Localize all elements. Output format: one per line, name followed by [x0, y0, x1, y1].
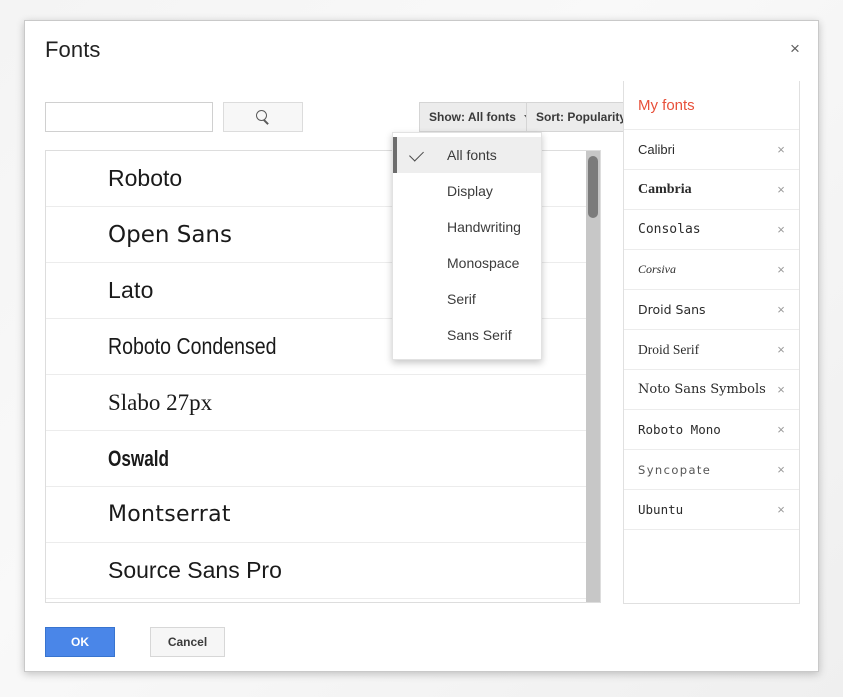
my-font-name: Consolas	[638, 222, 701, 237]
dropdown-item-handwriting[interactable]: Handwriting	[393, 209, 541, 245]
font-list-scrollbar-thumb[interactable]	[588, 156, 598, 218]
font-name: Lato	[108, 277, 154, 303]
my-font-name: Droid Serif	[638, 341, 700, 357]
my-font-name: Cambria	[638, 181, 692, 197]
show-filter-button[interactable]: Show: All fonts	[419, 102, 542, 132]
font-list-item-partial[interactable]	[46, 599, 600, 602]
my-fonts-item[interactable]: Corsiva ×	[624, 250, 799, 290]
dropdown-item-display[interactable]: Display	[393, 173, 541, 209]
font-name: Roboto Condensed	[108, 333, 277, 359]
search-icon	[255, 109, 271, 125]
my-font-name: Droid Sans	[638, 302, 706, 317]
remove-icon[interactable]: ×	[773, 342, 789, 358]
page-root: Fonts × Show: All fonts Sort: Popularity…	[0, 0, 843, 697]
remove-icon[interactable]: ×	[773, 262, 789, 278]
search-input[interactable]	[45, 102, 213, 132]
font-list-item[interactable]: Montserrat	[46, 487, 600, 543]
font-name: Montserrat	[108, 502, 231, 527]
show-filter-dropdown: All fonts Display Handwriting Monospace …	[392, 132, 542, 360]
fonts-dialog: Fonts × Show: All fonts Sort: Popularity…	[24, 20, 819, 672]
font-name: Slabo 27px	[108, 389, 213, 415]
dropdown-item-monospace[interactable]: Monospace	[393, 245, 541, 281]
dialog-title: Fonts	[45, 37, 101, 62]
dropdown-item-serif[interactable]: Serif	[393, 281, 541, 317]
font-list-item[interactable]: Source Sans Pro	[46, 543, 600, 599]
my-font-name: Noto Sans Symbols	[638, 382, 766, 397]
font-list-item[interactable]: Oswald	[46, 431, 600, 487]
my-fonts-item[interactable]: Noto Sans Symbols ×	[624, 370, 799, 410]
my-fonts-item[interactable]: Droid Sans ×	[624, 290, 799, 330]
remove-icon[interactable]: ×	[773, 382, 789, 398]
my-font-name: Calibri	[638, 142, 675, 157]
dropdown-item-label: Display	[447, 183, 493, 199]
my-fonts-item[interactable]: Droid Serif ×	[624, 330, 799, 370]
show-filter-label: Show: All fonts	[429, 110, 516, 124]
my-font-name: Syncopate	[638, 462, 712, 477]
sort-label: Sort: Popularity	[536, 110, 627, 124]
check-icon	[409, 146, 424, 162]
remove-icon[interactable]: ×	[773, 502, 789, 518]
dropdown-item-label: Sans Serif	[447, 327, 512, 343]
dropdown-item-label: Handwriting	[447, 219, 521, 235]
search-button[interactable]	[223, 102, 303, 132]
remove-icon[interactable]: ×	[773, 302, 789, 318]
my-fonts-item[interactable]: Ubuntu ×	[624, 490, 799, 530]
ok-button[interactable]: OK	[45, 627, 115, 657]
font-name: Source Sans Pro	[108, 557, 282, 583]
font-name: Open Sans	[108, 221, 232, 248]
dropdown-item-sans-serif[interactable]: Sans Serif	[393, 317, 541, 353]
font-list-scrollbar[interactable]	[586, 151, 600, 602]
my-fonts-item[interactable]: Cambria ×	[624, 170, 799, 210]
remove-icon[interactable]: ×	[773, 422, 789, 438]
dropdown-item-label: Serif	[447, 291, 476, 307]
font-list-item[interactable]: Slabo 27px	[46, 375, 600, 431]
dropdown-item-label: Monospace	[447, 255, 520, 271]
my-font-name: Ubuntu	[638, 502, 684, 517]
font-name: Oswald	[108, 445, 170, 471]
dropdown-item-label: All fonts	[447, 147, 497, 163]
remove-icon[interactable]: ×	[773, 222, 789, 238]
my-fonts-item[interactable]: Calibri ×	[624, 130, 799, 170]
cancel-button[interactable]: Cancel	[150, 627, 225, 657]
my-font-name: Corsiva	[638, 262, 677, 276]
my-fonts-item[interactable]: Consolas ×	[624, 210, 799, 250]
remove-icon[interactable]: ×	[773, 142, 789, 158]
font-name: Roboto	[108, 165, 183, 191]
dropdown-item-all-fonts[interactable]: All fonts	[393, 137, 541, 173]
my-fonts-title: My fonts	[624, 81, 799, 130]
remove-icon[interactable]: ×	[773, 182, 789, 198]
my-fonts-panel: My fonts Calibri × Cambria × Consolas × …	[623, 81, 800, 604]
close-icon[interactable]: ×	[784, 39, 806, 61]
my-fonts-item[interactable]: Syncopate ×	[624, 450, 799, 490]
my-fonts-item[interactable]: Roboto Mono ×	[624, 410, 799, 450]
my-font-name: Roboto Mono	[638, 422, 721, 437]
remove-icon[interactable]: ×	[773, 462, 789, 478]
